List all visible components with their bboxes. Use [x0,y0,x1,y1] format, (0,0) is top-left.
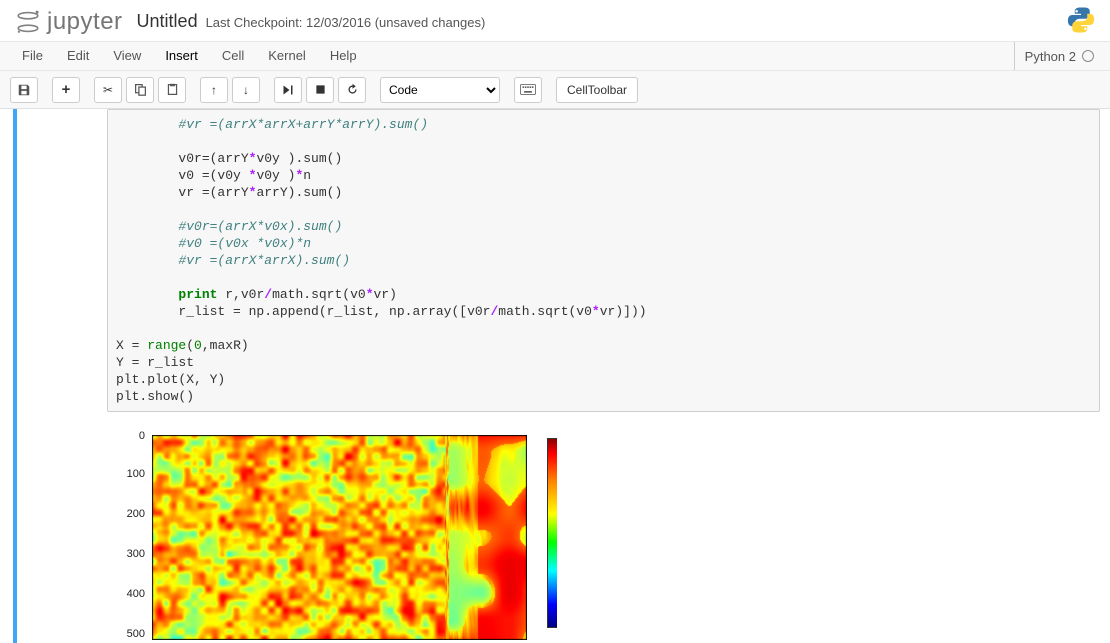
add-cell-button[interactable]: + [52,77,80,103]
jupyter-planet-icon [14,8,42,36]
save-button[interactable] [10,77,38,103]
stop-button[interactable] [306,77,334,103]
paste-button[interactable] [158,77,186,103]
y-tick: 200 [115,508,145,520]
menu-file[interactable]: File [10,42,55,70]
colorbar-gradient [547,438,557,628]
restart-button[interactable] [338,77,366,103]
copy-button[interactable] [126,77,154,103]
kernel-indicator: Python 2 [1014,42,1100,70]
celltype-select[interactable]: Code [380,77,500,103]
move-down-button[interactable]: ↓ [232,77,260,103]
cell-output: 0 100 200 300 400 500 5.6 4.8 4 3.2 2.4 [107,412,1100,643]
menu-help[interactable]: Help [318,42,369,70]
input-prompt [17,109,107,643]
menu-insert[interactable]: Insert [153,42,210,70]
y-tick: 0 [115,430,145,442]
header: jupyter Untitled Last Checkpoint: 12/03/… [0,0,1110,41]
kernel-idle-icon [1082,50,1094,62]
kernel-name: Python 2 [1025,49,1076,64]
menu-view[interactable]: View [101,42,153,70]
step-forward-icon [282,84,294,96]
code-content: #vr =(arrX*arrX+arrY*arrY).sum() v0r=(ar… [116,117,647,404]
jupyter-logo: jupyter [14,8,123,36]
heatmap-plot: 0 100 200 300 400 500 5.6 4.8 4 3.2 2.4 [107,430,557,643]
arrow-up-icon: ↑ [211,83,217,97]
checkpoint-text: Last Checkpoint: 12/03/2016 (unsaved cha… [206,15,486,30]
restart-icon [346,83,359,96]
menu-kernel[interactable]: Kernel [256,42,318,70]
y-tick: 400 [115,588,145,600]
notebook-title[interactable]: Untitled [137,11,198,32]
notebook-area: #vr =(arrX*arrX+arrY*arrY).sum() v0r=(ar… [0,109,1110,643]
paste-icon [166,83,179,96]
celltoolbar-button[interactable]: CellToolbar [556,77,638,103]
move-up-button[interactable]: ↑ [200,77,228,103]
arrow-down-icon: ↓ [243,83,249,97]
cut-button[interactable]: ✂ [94,77,122,103]
y-tick: 300 [115,548,145,560]
y-tick: 500 [115,628,145,640]
heatmap-image [152,435,527,640]
y-tick: 100 [115,468,145,480]
logo-text: jupyter [47,8,123,36]
save-icon [17,83,31,97]
code-input[interactable]: #vr =(arrX*arrX+arrY*arrY).sum() v0r=(ar… [107,109,1100,412]
toolbar: + ✂ ↑ ↓ Code [0,71,1110,109]
command-palette-button[interactable] [514,77,542,103]
menu-cell[interactable]: Cell [210,42,256,70]
colorbar: 5.6 4.8 4 3.2 2.4 [547,438,557,628]
menubar: File Edit View Insert Cell Kernel Help P… [0,41,1110,71]
python-logo [1066,5,1096,38]
cut-icon: ✂ [103,83,113,97]
code-cell[interactable]: #vr =(arrX*arrX+arrY*arrY).sum() v0r=(ar… [13,109,1100,643]
copy-icon [134,83,147,96]
menu-edit[interactable]: Edit [55,42,101,70]
plus-icon: + [62,81,71,98]
stop-icon [315,84,326,95]
keyboard-icon [520,84,536,95]
run-button[interactable] [274,77,302,103]
